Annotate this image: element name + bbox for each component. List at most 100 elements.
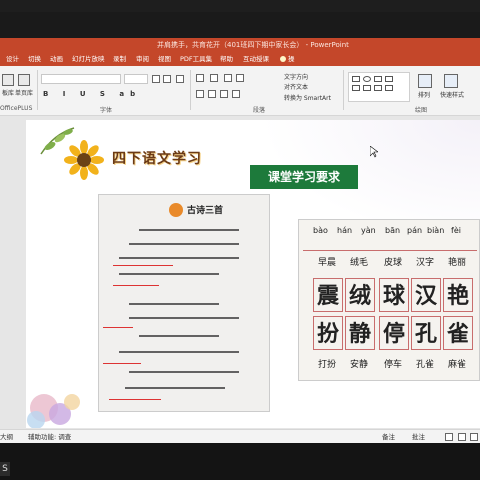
shapes-gallery[interactable] bbox=[348, 72, 410, 102]
tell-me-search[interactable]: 操作说明搜索 bbox=[280, 52, 295, 133]
font-size-dropdown[interactable] bbox=[124, 74, 148, 84]
char-cell: 扮 bbox=[313, 316, 343, 350]
font-group-label: 字体 bbox=[100, 107, 113, 114]
handwriting bbox=[119, 257, 239, 259]
tab-view[interactable]: 视图 bbox=[158, 52, 171, 66]
red-annotation bbox=[103, 363, 141, 364]
template-library-icon bbox=[2, 74, 14, 86]
tab-animations[interactable]: 动画 bbox=[50, 52, 63, 66]
shape-curve-icon[interactable] bbox=[385, 85, 393, 91]
handwriting bbox=[129, 303, 219, 305]
addin-group-label: OfficePLUS bbox=[0, 105, 33, 112]
hint-cell: 停车 bbox=[383, 360, 402, 370]
hint-cell: 艳丽 bbox=[447, 258, 466, 268]
shape-brace-icon[interactable] bbox=[374, 85, 382, 91]
text-direction-button[interactable]: 文字方向 bbox=[284, 72, 308, 81]
tab-record[interactable]: 录制 bbox=[113, 52, 126, 66]
powerpoint-window: 并肩携手，共育花开（401班四下期中家长会） - PowerPoint 设计 切… bbox=[0, 0, 480, 480]
justify-icon[interactable] bbox=[232, 90, 240, 98]
align-left-icon[interactable] bbox=[196, 90, 204, 98]
red-annotation bbox=[103, 327, 133, 328]
tab-review[interactable]: 审阅 bbox=[136, 52, 149, 66]
grid-top-line bbox=[303, 250, 477, 251]
slide-sorter-icon[interactable] bbox=[458, 433, 466, 441]
tab-help[interactable]: 帮助 bbox=[220, 52, 233, 66]
hint-cell: 打扮 bbox=[317, 360, 336, 370]
align-right-icon[interactable] bbox=[220, 90, 228, 98]
requirement-banner: 课堂学习要求 bbox=[250, 165, 358, 189]
divider bbox=[190, 70, 191, 110]
status-bar: 大纲 辅助功能: 调查 备注 批注 bbox=[0, 429, 480, 443]
status-left: 大纲 bbox=[0, 433, 13, 441]
ribbon: 板库 单页库 OfficePLUS B I U S ab 字体 文字方向 对齐文… bbox=[0, 66, 480, 116]
handwriting bbox=[125, 387, 225, 389]
arrange-icon bbox=[418, 74, 432, 88]
hint-cell: 孔雀 bbox=[415, 360, 434, 370]
hint-cell: 麻雀 bbox=[447, 360, 466, 370]
char-cell: 孔 bbox=[411, 316, 441, 350]
smartart-button[interactable]: 转换为 SmartArt bbox=[284, 93, 331, 102]
grow-font-icon[interactable] bbox=[152, 75, 160, 83]
system-bar bbox=[0, 0, 480, 12]
shape-oval-icon[interactable] bbox=[363, 76, 371, 82]
align-center-icon[interactable] bbox=[208, 90, 216, 98]
handwriting bbox=[139, 335, 219, 337]
textbook-photo: 古诗三首 bbox=[98, 194, 270, 412]
single-page-library-button[interactable]: 单页库 bbox=[15, 88, 33, 97]
tab-interactive[interactable]: 互动授课 bbox=[243, 52, 269, 66]
lightbulb-icon bbox=[280, 56, 286, 62]
tab-pdf-tools[interactable]: PDF工具集 bbox=[180, 52, 212, 66]
handwriting bbox=[119, 351, 239, 353]
shape-star-icon[interactable] bbox=[363, 85, 371, 91]
sunflower-icon bbox=[64, 140, 104, 180]
hint-cell: 安静 bbox=[349, 360, 368, 370]
arrange-button[interactable]: 排列 bbox=[418, 90, 430, 99]
bullets-icon[interactable] bbox=[196, 74, 204, 82]
handwriting bbox=[129, 371, 239, 373]
normal-view-icon[interactable] bbox=[445, 433, 453, 441]
hint-cell: 绒毛 bbox=[349, 258, 368, 268]
quick-styles-button[interactable]: 快速样式 bbox=[440, 90, 464, 99]
reading-view-icon[interactable] bbox=[470, 433, 478, 441]
divider bbox=[37, 70, 38, 110]
align-text-button[interactable]: 对齐文本 bbox=[284, 82, 308, 91]
shrink-font-icon[interactable] bbox=[163, 75, 171, 83]
red-annotation bbox=[109, 399, 161, 400]
bottom-black-area bbox=[0, 443, 480, 480]
single-page-library-icon bbox=[18, 74, 30, 86]
slide-canvas[interactable]: 四下语文学习 课堂学习要求 古诗三首 bào hán yàn bān pán b… bbox=[26, 120, 480, 428]
char-cell: 艳 bbox=[443, 278, 473, 312]
ribbon-tab-strip: 设计 切换 动画 幻灯片放映 录制 审阅 视图 PDF工具集 帮助 互动授课 操… bbox=[0, 52, 480, 133]
handwriting bbox=[139, 229, 239, 231]
mouse-cursor-icon bbox=[370, 146, 378, 158]
handwriting bbox=[129, 317, 239, 319]
red-annotation bbox=[113, 265, 173, 266]
input-method-button[interactable]: S bbox=[0, 462, 10, 476]
hint-cell: 汉字 bbox=[415, 258, 434, 268]
char-cell: 绒 bbox=[345, 278, 375, 312]
shape-line-icon[interactable] bbox=[374, 76, 382, 82]
decrease-indent-icon[interactable] bbox=[224, 74, 232, 82]
clear-format-icon[interactable] bbox=[176, 75, 184, 83]
comments-button[interactable]: 批注 bbox=[412, 430, 425, 444]
handwriting bbox=[119, 273, 219, 275]
shape-arrow-icon[interactable] bbox=[385, 76, 393, 82]
char-cell: 汉 bbox=[411, 278, 441, 312]
shape-rect-icon[interactable] bbox=[352, 76, 360, 82]
character-practice-photo: bào hán yàn bān pán biàn fèi 早晨 绒毛 皮球 汉字… bbox=[298, 219, 480, 381]
lesson-number-badge bbox=[169, 203, 183, 217]
tab-slideshow[interactable]: 幻灯片放映 bbox=[72, 52, 105, 66]
numbering-icon[interactable] bbox=[210, 74, 218, 82]
increase-indent-icon[interactable] bbox=[236, 74, 244, 82]
char-cell: 震 bbox=[313, 278, 343, 312]
char-cell: 静 bbox=[345, 316, 375, 350]
format-buttons[interactable]: B I U S ab bbox=[43, 90, 141, 98]
font-name-dropdown[interactable] bbox=[41, 74, 121, 84]
tab-transitions[interactable]: 切换 bbox=[28, 52, 41, 66]
accessibility-status[interactable]: 辅助功能: 调查 bbox=[28, 430, 71, 444]
notes-button[interactable]: 备注 bbox=[382, 430, 395, 444]
shape-triangle-icon[interactable] bbox=[352, 85, 360, 91]
title-bar: 并肩携手，共育花开（401班四下期中家长会） - PowerPoint bbox=[0, 38, 480, 52]
tab-design[interactable]: 设计 bbox=[6, 52, 19, 66]
template-library-button[interactable]: 板库 bbox=[2, 88, 14, 97]
